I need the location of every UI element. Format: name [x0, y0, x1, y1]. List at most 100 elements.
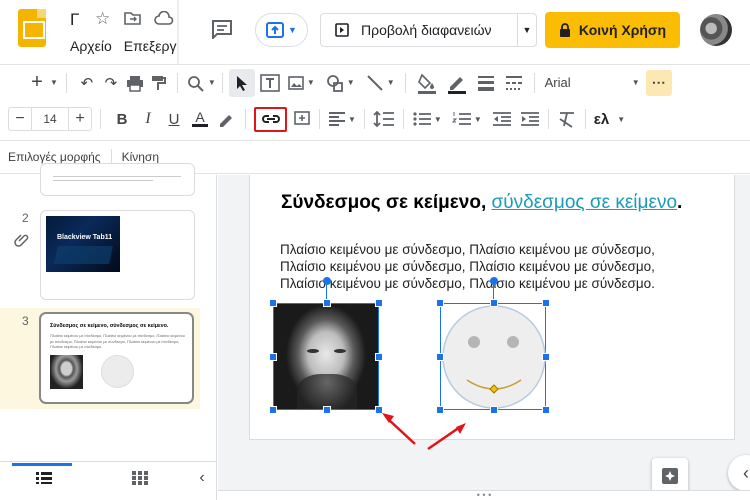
- italic-icon[interactable]: I: [135, 110, 161, 128]
- slideshow-button[interactable]: Προβολή διαφανειών: [320, 13, 518, 47]
- grid-view-icon[interactable]: [36, 472, 52, 484]
- menu-edit[interactable]: Επεξεργ: [124, 38, 177, 54]
- portrait-image[interactable]: [273, 303, 379, 410]
- image-dropdown-icon[interactable]: ▼: [307, 78, 315, 87]
- add-comment-icon[interactable]: [293, 110, 311, 128]
- fill-color-icon[interactable]: [416, 72, 438, 94]
- slide-title[interactable]: Σύνδεσμος σε κείμενο, σύνδεσμος σε κείμε…: [281, 192, 682, 214]
- border-weight-icon[interactable]: [476, 73, 496, 93]
- increase-font-size-button[interactable]: +: [69, 110, 91, 128]
- font-select[interactable]: Arial ▼: [545, 75, 640, 90]
- slide3-thumb-photo: [50, 355, 83, 389]
- zoom-icon[interactable]: [186, 74, 206, 92]
- slide[interactable]: Σύνδεσμος σε κείμενο, σύνδεσμος σε κείμε…: [249, 175, 735, 440]
- text-color-icon[interactable]: A: [187, 110, 213, 127]
- decrease-indent-icon[interactable]: [492, 111, 512, 127]
- slides-logo[interactable]: [18, 9, 46, 47]
- slideshow-dropdown[interactable]: ▼: [517, 13, 537, 47]
- slide3-thumb-body: Πλαίσιο κειμένου με σύνδεσμο, Πλαίσιο κε…: [50, 334, 185, 349]
- lock-icon: [559, 23, 570, 37]
- slide3-thumb-title: Σύνδεσμος σε κείμενο, σύνδεσμος σε κείμε…: [50, 323, 169, 329]
- font-size-stepper: − 14 +: [8, 107, 92, 131]
- motion-button[interactable]: Κίνηση: [122, 150, 159, 164]
- body-line-3: Πλαίσιο κειμένου με σύνδεσμο, Πλαίσιο κε…: [280, 276, 655, 291]
- align-icon[interactable]: [328, 111, 346, 127]
- more-options-button[interactable]: ⋯: [645, 69, 672, 96]
- image-icon[interactable]: [287, 74, 305, 92]
- smiley-shape[interactable]: [440, 303, 546, 410]
- play-icon: [335, 23, 349, 37]
- bulleted-list-icon[interactable]: [412, 111, 432, 127]
- slide2-image: Blackview Tab11: [46, 216, 120, 272]
- slideshow-label: Προβολή διαφανειών: [361, 22, 492, 38]
- present-to-meet-icon: [266, 22, 285, 38]
- align-dropdown-icon[interactable]: ▼: [348, 115, 356, 124]
- new-slide-button[interactable]: +: [26, 71, 48, 94]
- print-icon[interactable]: [123, 74, 147, 92]
- smiley-face-icon: [442, 305, 546, 409]
- side-panel-toggle[interactable]: ‹: [728, 455, 750, 491]
- star-icon[interactable]: ☆: [95, 9, 110, 29]
- slide-number-2: 2: [22, 211, 29, 225]
- speaker-notes-handle[interactable]: • • •: [218, 490, 750, 500]
- bold-icon[interactable]: B: [109, 111, 135, 128]
- shape-dropdown-icon[interactable]: ▼: [347, 78, 355, 87]
- meet-dropdown-icon: ▼: [288, 25, 297, 35]
- slide-number-3: 3: [22, 314, 29, 328]
- menu-file[interactable]: Αρχείο: [70, 38, 112, 54]
- numbering-dropdown-icon[interactable]: ▼: [474, 115, 482, 124]
- bullets-dropdown-icon[interactable]: ▼: [434, 115, 442, 124]
- title-link[interactable]: σύνδεσμος σε κείμενο: [492, 192, 678, 213]
- avatar[interactable]: [700, 14, 732, 46]
- body-line-1: Πλαίσιο κειμένου με σύνδεσμο, Πλαίσιο κε…: [280, 242, 655, 257]
- decrease-font-size-button[interactable]: −: [9, 110, 31, 128]
- filmstrip-grid-icon[interactable]: [132, 471, 148, 485]
- collapse-filmstrip-button[interactable]: ‹: [194, 468, 210, 488]
- slide-body-text[interactable]: Πλαίσιο κειμένου με σύνδεσμο, Πλαίσιο κε…: [280, 241, 655, 292]
- select-tool[interactable]: [228, 68, 255, 97]
- underline-icon[interactable]: U: [161, 111, 187, 128]
- redo-icon[interactable]: ↷: [99, 74, 123, 92]
- comments-icon[interactable]: [211, 19, 233, 39]
- cursor-icon: [236, 75, 247, 91]
- clear-formatting-icon[interactable]: [557, 110, 577, 128]
- link-icon: [261, 115, 280, 123]
- slide-canvas-area: Σύνδεσμος σε κείμενο, σύνδεσμος σε κείμε…: [218, 175, 750, 500]
- slide-thumbnail-2[interactable]: Blackview Tab11: [40, 210, 195, 300]
- zoom-dropdown-icon[interactable]: ▼: [208, 78, 216, 87]
- slide3-thumb-smiley: [101, 355, 134, 388]
- format-options-button[interactable]: Επιλογές μορφής: [8, 150, 101, 164]
- line-icon[interactable]: [365, 73, 385, 93]
- meet-button[interactable]: ▼: [255, 13, 308, 47]
- input-tools-select[interactable]: ελ ▼: [594, 111, 625, 128]
- insert-link-button[interactable]: [254, 106, 287, 132]
- line-spacing-icon[interactable]: [373, 110, 395, 128]
- text-box-icon[interactable]: [259, 73, 281, 93]
- shape-icon[interactable]: [325, 73, 345, 93]
- undo-icon[interactable]: ↶: [75, 74, 99, 92]
- main-toolbar: + ▼ ↶ ↷ ▼ ▼ ▼ ▼ Arial ▼ ⋯: [0, 64, 750, 100]
- border-color-icon[interactable]: [446, 72, 468, 94]
- slide-thumbnail-3[interactable]: Σύνδεσμος σε κείμενο, σύνδεσμος σε κείμε…: [39, 312, 194, 404]
- body-line-2: Πλαίσιο κειμένου με σύνδεσμο, Πλαίσιο κε…: [280, 259, 655, 274]
- increase-indent-icon[interactable]: [520, 111, 540, 127]
- slide-thumbnail-1[interactable]: [40, 163, 195, 196]
- input-language-dropdown-icon: ▼: [617, 114, 626, 124]
- numbered-list-icon[interactable]: [451, 111, 472, 127]
- cloud-saved-icon[interactable]: [154, 11, 174, 25]
- explore-button[interactable]: [652, 458, 688, 494]
- line-dropdown-icon[interactable]: ▼: [387, 78, 395, 87]
- sparkle-icon: [662, 468, 678, 484]
- move-folder-icon[interactable]: [124, 11, 141, 25]
- doc-title[interactable]: Γ: [70, 10, 79, 30]
- slide2-image-text: Blackview Tab11: [57, 234, 113, 241]
- highlight-color-icon[interactable]: [217, 110, 237, 128]
- border-dash-icon[interactable]: [504, 73, 524, 93]
- font-dropdown-icon: ▼: [631, 78, 640, 87]
- annotation-arrows: [382, 413, 466, 451]
- title-plain-text: Σύνδεσμος σε κείμενο,: [281, 192, 492, 213]
- font-size-input[interactable]: 14: [31, 108, 69, 130]
- new-slide-dropdown-icon[interactable]: ▼: [50, 78, 58, 87]
- share-button[interactable]: Κοινή Χρήση: [545, 12, 680, 48]
- paint-format-icon[interactable]: [147, 74, 169, 92]
